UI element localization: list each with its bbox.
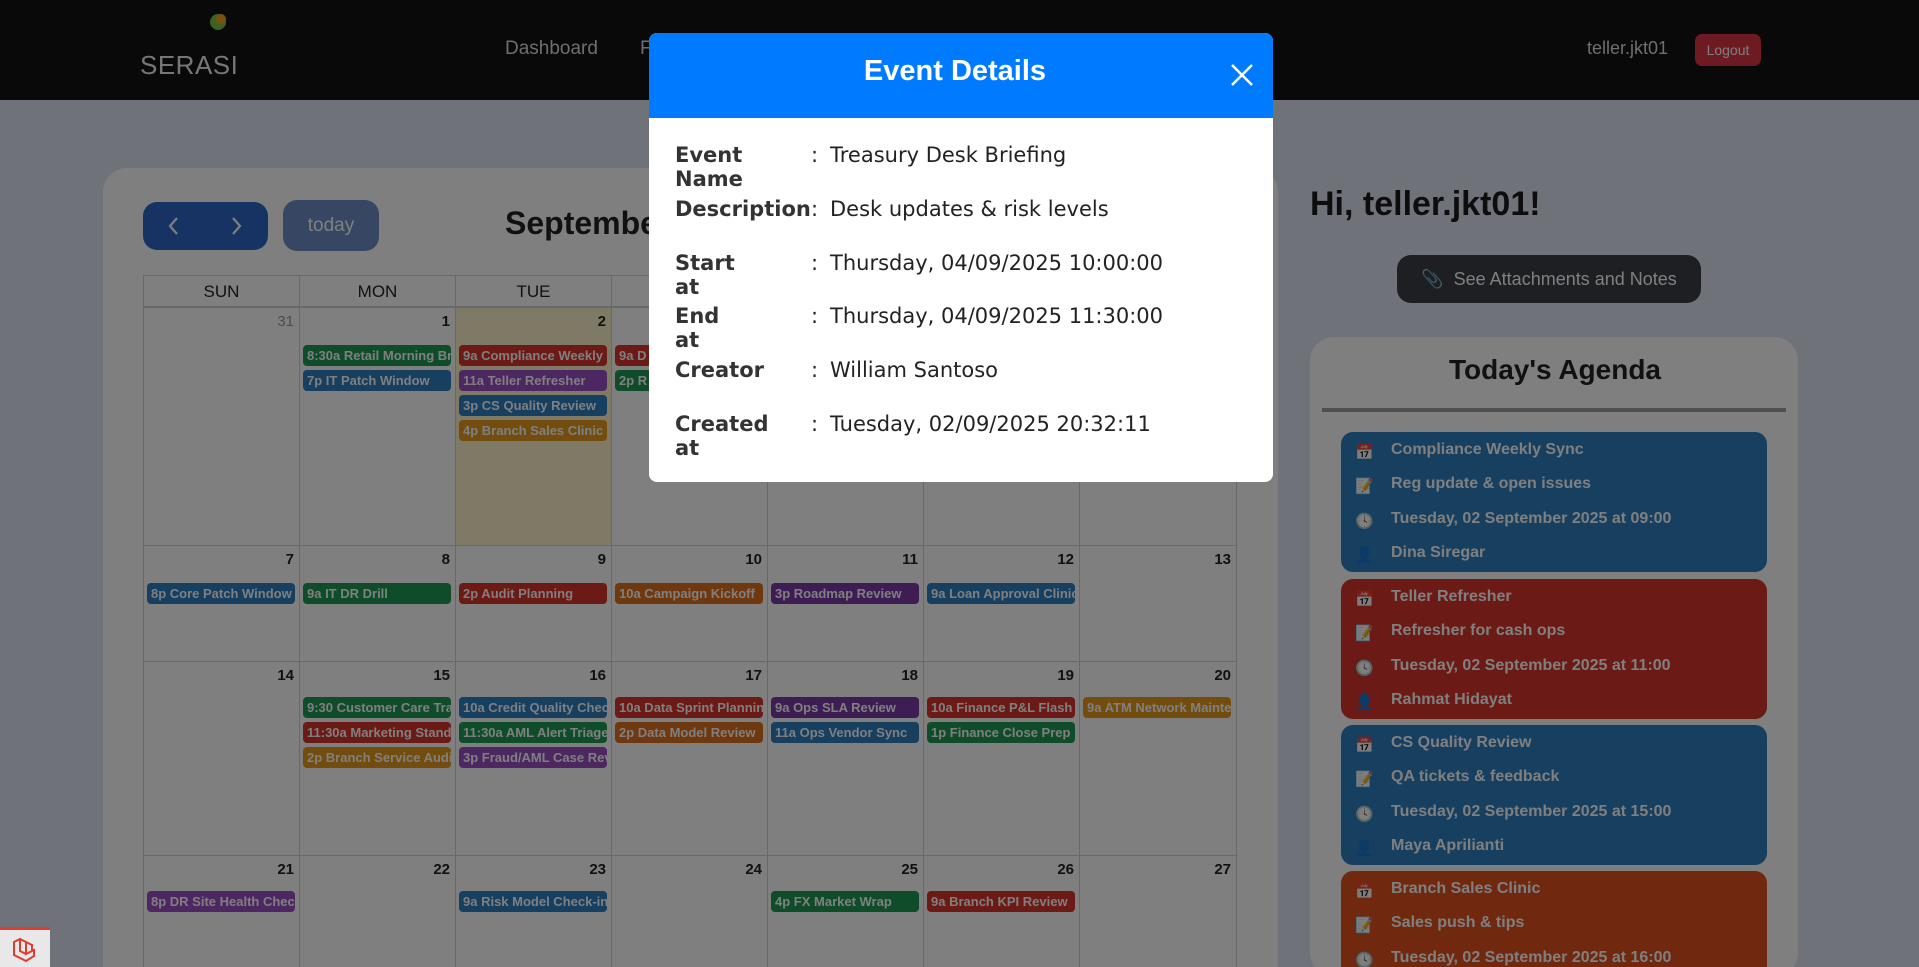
field-value: Thursday, 04/09/2025 10:00:00 (830, 251, 1164, 275)
event-details-modal: Event Details Event Name : Treasury Desk… (649, 33, 1273, 482)
field-label: Description (675, 197, 811, 221)
field-value: William Santoso (830, 358, 999, 382)
field-colon: : (811, 197, 819, 221)
field-value: Desk updates & risk levels (830, 197, 1109, 221)
modal-title: Event Details (863, 55, 1047, 87)
field-label: Creator (675, 358, 765, 382)
laravel-badge[interactable] (0, 927, 50, 967)
field-colon: : (811, 251, 819, 275)
field-label: Start at (675, 251, 735, 299)
field-colon: : (811, 143, 819, 167)
field-label: End at (675, 304, 720, 352)
close-icon[interactable] (1227, 60, 1257, 90)
field-colon: : (811, 412, 819, 436)
modal-header: Event Details (649, 33, 1273, 118)
field-value: Tuesday, 02/09/2025 20:32:11 (830, 412, 1151, 436)
field-colon: : (811, 358, 819, 382)
field-value: Treasury Desk Briefing (830, 143, 1067, 167)
field-colon: : (811, 304, 819, 328)
laravel-icon (13, 937, 35, 963)
field-label: Event Name (675, 143, 743, 191)
field-label: Created at (675, 412, 769, 460)
field-value: Thursday, 04/09/2025 11:30:00 (830, 304, 1164, 328)
